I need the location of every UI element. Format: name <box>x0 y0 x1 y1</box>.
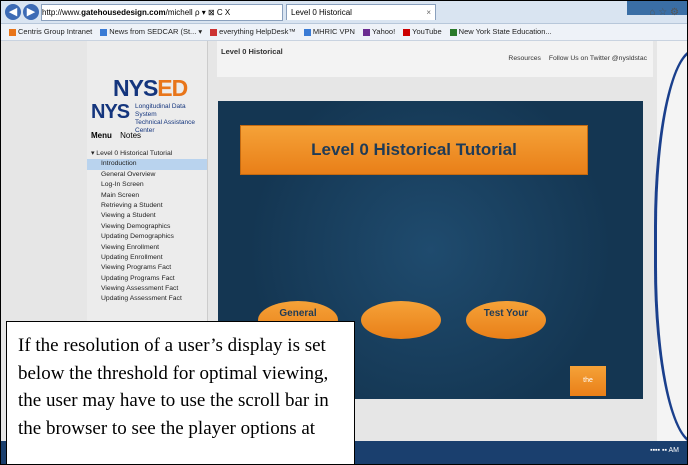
menu-item[interactable]: Viewing Demographics <box>87 222 207 232</box>
menu-item[interactable]: Introduction <box>87 159 207 170</box>
content-title: Level 0 Historical <box>221 47 283 56</box>
slide-title: Level 0 Historical Tutorial <box>240 125 588 175</box>
test-your-button[interactable]: Test Your <box>466 301 546 339</box>
slide-corner-button[interactable]: the <box>570 366 606 396</box>
url-domain: gatehousedesign.com <box>81 8 166 17</box>
favorite-icon <box>362 28 370 36</box>
favorite-label: Yahoo! <box>371 27 396 36</box>
browser-toolbar-icons[interactable]: ⌂ ☆ ⚙ <box>649 7 679 18</box>
menu-item[interactable]: Updating Programs Fact <box>87 274 207 284</box>
content-header: Level 0 Historical Resources Follow Us o… <box>217 41 653 77</box>
menu-item[interactable]: Viewing Enrollment <box>87 243 207 253</box>
favorite-item[interactable]: New York State Education... <box>449 24 552 40</box>
favorite-icon <box>100 28 108 36</box>
favorite-label: Centris Group Intranet <box>18 27 93 36</box>
menu-item[interactable]: Retrieving a Student <box>87 201 207 211</box>
favorite-item[interactable]: everything HelpDesk™ <box>210 24 296 40</box>
middle-oval-button[interactable] <box>361 301 441 339</box>
favorite-icon <box>403 28 411 36</box>
url-controls[interactable]: ρ ▾ ⊠ C X <box>195 8 230 17</box>
favorite-item[interactable]: YouTube <box>403 24 442 40</box>
menu-item[interactable]: Viewing Assessment Fact <box>87 284 207 294</box>
favorite-icon <box>9 28 16 36</box>
screenshot-frame: ◀ ▶ http://www.gatehousedesign.com/miche… <box>0 0 688 465</box>
resources-link[interactable]: Resources <box>508 55 541 62</box>
favorites-bar: Centris Group Intranet News from SEDCAR (… <box>1 24 687 41</box>
favorite-label: MHRIC VPN <box>312 27 355 36</box>
favorite-icon <box>303 28 311 36</box>
menu-item[interactable]: Viewing Programs Fact <box>87 263 207 273</box>
favorite-item[interactable]: Centris Group Intranet <box>9 24 92 40</box>
favorite-label: New York State Education... <box>458 27 552 36</box>
menu-item[interactable]: Log-In Screen <box>87 180 207 190</box>
menu-item[interactable]: Updating Enrollment <box>87 253 207 263</box>
twitter-link[interactable]: Follow Us on Twitter @nysldstac <box>549 55 647 62</box>
system-tray-icons[interactable]: ▪▪▪▪ ▪▪ AM <box>650 447 679 454</box>
favorite-label: YouTube <box>412 27 442 36</box>
browser-tab[interactable]: Level 0 Historical × <box>286 4 436 20</box>
menu-item[interactable]: General Overview <box>87 170 207 180</box>
nys-wordmark: NYS <box>91 101 130 123</box>
tab-close-icon[interactable]: × <box>426 5 431 21</box>
favorite-icon <box>210 28 218 36</box>
menu-item[interactable]: Updating Assessment Fact <box>87 294 207 304</box>
menu-item[interactable]: Updating Demographics <box>87 232 207 242</box>
back-arrow-icon[interactable]: ◀ <box>5 4 21 20</box>
favorite-label: everything HelpDesk™ <box>219 27 296 36</box>
header-links: Resources Follow Us on Twitter @nysldsta… <box>502 55 647 62</box>
menu-list: ▾ Level 0 Historical Tutorial Introductio… <box>87 149 207 305</box>
nysed-logo: NYSED NYS Longitudinal Data System Techn… <box>91 73 205 134</box>
tab-notes[interactable]: Notes <box>120 131 141 140</box>
favorite-label: News from SEDCAR (St... ▾ <box>109 27 203 36</box>
tab-menu[interactable]: Menu <box>91 131 112 140</box>
favorite-item[interactable]: Yahoo! <box>362 24 396 40</box>
favorite-item[interactable]: News from SEDCAR (St... ▾ <box>100 24 202 40</box>
menu-tabs: Menu Notes <box>91 131 147 140</box>
menu-section-heading[interactable]: ▾ Level 0 Historical Tutorial <box>87 149 207 159</box>
forward-arrow-icon[interactable]: ▶ <box>23 4 39 20</box>
tab-title: Level 0 Historical <box>291 8 352 17</box>
browser-address-bar: ◀ ▶ http://www.gatehousedesign.com/miche… <box>1 1 687 24</box>
nysed-wordmark: NYSED <box>113 75 188 101</box>
menu-item[interactable]: Viewing a Student <box>87 211 207 221</box>
url-prefix: http://www. <box>42 8 82 17</box>
favorite-icon <box>449 28 457 36</box>
menu-item[interactable]: Main Screen <box>87 191 207 201</box>
annotation-callout: If the resolution of a user’s display is… <box>6 321 355 464</box>
url-field[interactable]: http://www.gatehousedesign.com/michell ρ… <box>41 4 283 21</box>
favorite-item[interactable]: MHRIC VPN <box>303 24 355 40</box>
url-rest: /michell <box>165 8 193 17</box>
